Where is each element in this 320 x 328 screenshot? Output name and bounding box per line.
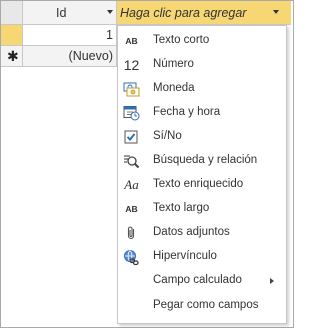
menu-item-label: Pegar como campos [153,299,259,311]
text-short-icon: AB [125,36,138,46]
menu-item-label: Búsqueda y relación [153,154,258,166]
paperclip-icon [123,225,140,241]
currency-icon [123,81,140,97]
new-record-icon: ✱ [7,48,19,64]
menu-item-pegar-como-campos[interactable]: Pegar como campos [118,295,286,317]
calendar-icon [123,105,140,121]
number-icon: 12 [123,57,140,73]
lookup-icon [123,153,140,169]
menu-item-texto-corto[interactable]: AB Texto corto [118,30,286,52]
column-header-id[interactable]: Id [23,1,117,25]
rich-text-icon: Aa [124,177,139,192]
datasheet-window: Id Haga clic para agregar 1 ✱ (Nuevo) AB… [0,0,294,328]
table-row: 1 [1,25,118,46]
menu-item-label: Campo calculado [153,274,242,286]
menu-item-label: Moneda [153,82,195,94]
menu-item-datos-adjuntos[interactable]: Datos adjuntos [118,222,286,244]
menu-item-hipervinculo[interactable]: Hipervínculo [118,246,286,268]
field-type-menu: AB Texto corto 12 Número Moneda Fecha y … [117,25,287,324]
menu-item-label: Sí/No [153,130,182,142]
menu-item-label: Hipervínculo [153,250,217,262]
menu-item-label: Fecha y hora [153,106,221,118]
cell-value: 1 [106,28,113,42]
checkbox-icon [123,129,140,145]
menu-item-label: Datos adjuntos [153,226,230,238]
menu-item-si-no[interactable]: Sí/No [118,126,286,148]
menu-item-label: Número [153,58,194,70]
menu-item-busqueda-relacion[interactable]: Búsqueda y relación [118,150,286,172]
row-selector[interactable]: ✱ [1,46,23,67]
column-header-add-field[interactable]: Haga clic para agregar [117,1,291,25]
new-record-row: ✱ (Nuevo) [1,46,118,67]
menu-item-moneda[interactable]: Moneda [118,78,286,100]
id-cell[interactable]: 1 [23,25,117,46]
menu-item-fecha-hora[interactable]: Fecha y hora [118,102,286,124]
row-selector[interactable] [1,25,23,46]
select-all-corner[interactable] [1,1,23,25]
cell-value: (Nuevo) [68,49,113,63]
chevron-down-icon[interactable] [107,10,113,14]
menu-item-texto-enriquecido[interactable]: Aa Texto enriquecido [118,174,286,196]
menu-item-numero[interactable]: 12 Número [118,54,286,76]
hyperlink-icon [123,249,140,266]
menu-item-label: Texto corto [153,34,210,46]
menu-item-texto-largo[interactable]: AB Texto largo [118,198,286,220]
column-header-row: Id Haga clic para agregar [1,1,293,25]
menu-item-label: Texto enriquecido [153,178,244,190]
chevron-down-icon[interactable] [273,10,279,14]
column-header-label: Id [56,6,67,20]
menu-item-campo-calculado[interactable]: Campo calculado [118,270,286,292]
id-cell[interactable]: (Nuevo) [23,46,117,67]
long-text-icon: AB [125,204,138,214]
menu-item-label: Texto largo [153,202,210,214]
chevron-right-icon [270,278,274,284]
column-header-label: Haga clic para agregar [120,6,247,20]
